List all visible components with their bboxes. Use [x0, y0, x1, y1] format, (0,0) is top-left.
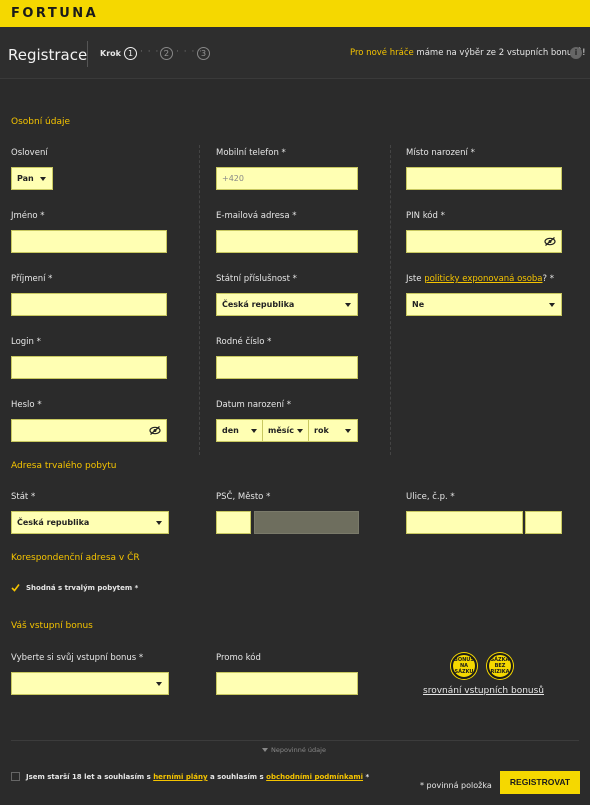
- consent-pre: Jsem starší 18 let a souhlasím s: [26, 773, 154, 781]
- email-input[interactable]: [216, 230, 358, 253]
- promo-highlight[interactable]: Pro nové hráče: [350, 48, 414, 58]
- chevron-down-icon: [297, 429, 303, 433]
- jmeno-label: Jméno *: [11, 211, 45, 221]
- den-value: den: [222, 426, 239, 435]
- pin-label: PIN kód *: [406, 211, 445, 221]
- chevron-down-icon: [156, 521, 162, 525]
- consent-mid: a souhlasím s: [207, 773, 267, 781]
- cislo-popisne-input[interactable]: [525, 511, 562, 534]
- eye-slash-icon[interactable]: [544, 237, 556, 246]
- pep-label-post: ? *: [542, 274, 554, 284]
- heslo-input[interactable]: [11, 419, 167, 442]
- promo-text: máme na výběr ze 2 vstupních bonusů!: [413, 48, 586, 58]
- osloveni-value: Pan: [17, 174, 34, 183]
- stat-select[interactable]: Česká republika: [11, 511, 169, 534]
- chevron-down-icon: [40, 177, 46, 181]
- mobil-prefix: +420: [222, 174, 244, 183]
- optional-label: Nepovinné údaje: [271, 746, 326, 754]
- statni-label: Státní příslušnost *: [216, 274, 297, 284]
- prijmeni-label: Příjmení *: [11, 274, 53, 284]
- eye-slash-icon[interactable]: [149, 426, 161, 435]
- bonus-na-sazku-badge[interactable]: BONUS NA SÁZKU: [451, 653, 477, 679]
- pep-select[interactable]: Ne: [406, 293, 562, 316]
- required-note: * povinná položka: [420, 781, 492, 790]
- consent-post: *: [363, 773, 370, 781]
- column-divider: [199, 145, 200, 455]
- registration-header: Registrace Krok 1 · · · · 2 · · · · 3 Pr…: [0, 27, 590, 79]
- step-2-indicator: 2: [160, 47, 173, 60]
- rodne-input[interactable]: [216, 356, 358, 379]
- bonus-promo-message: Pro nové hráče máme na výběr ze 2 vstupn…: [350, 48, 586, 58]
- psc-input[interactable]: [216, 511, 251, 534]
- jmeno-input[interactable]: [11, 230, 167, 253]
- steps-label: Krok: [100, 49, 121, 58]
- consent-checkbox[interactable]: [11, 772, 20, 781]
- info-icon[interactable]: i: [570, 47, 582, 59]
- mesto-input-disabled: [254, 511, 359, 534]
- footer-divider: [11, 740, 579, 741]
- chevron-down-icon: [251, 429, 257, 433]
- same-address-label: Shodná s trvalým pobytem *: [26, 584, 139, 592]
- den-select[interactable]: den: [216, 419, 264, 442]
- register-button[interactable]: REGISTROVAT: [500, 771, 580, 794]
- misto-input[interactable]: [406, 167, 562, 190]
- statni-select[interactable]: Česká republika: [216, 293, 358, 316]
- sazka-bez-rizika-badge[interactable]: SÁZKA BEZ RIZIKA: [487, 653, 513, 679]
- login-label: Login *: [11, 337, 41, 347]
- section-address-title: Adresa trvalého pobytu: [11, 461, 117, 471]
- chevron-down-icon: [345, 303, 351, 307]
- consent-label: Jsem starší 18 let a souhlasím s herními…: [26, 773, 369, 781]
- promo-input[interactable]: [216, 672, 358, 695]
- bonus-compare-link[interactable]: srovnání vstupních bonusů: [423, 686, 544, 696]
- pep-value: Ne: [412, 300, 425, 309]
- pin-input[interactable]: [406, 230, 562, 253]
- ulice-input[interactable]: [406, 511, 523, 534]
- chevron-down-icon: [549, 303, 555, 307]
- chevron-down-icon: [156, 682, 162, 686]
- optional-fields-toggle[interactable]: Nepovinné údaje: [262, 746, 326, 754]
- mesic-value: měsíc: [268, 426, 295, 435]
- top-bar: FORTUNA: [0, 0, 590, 27]
- obchodni-podminky-link[interactable]: obchodními podmínkami: [266, 773, 363, 781]
- heslo-label: Heslo *: [11, 400, 42, 410]
- step-1-indicator: 1: [124, 47, 137, 60]
- pep-link[interactable]: politicky exponovaná osoba: [424, 274, 542, 284]
- datum-label: Datum narození *: [216, 400, 291, 410]
- caret-down-icon: [262, 748, 268, 752]
- prijmeni-input[interactable]: [11, 293, 167, 316]
- step-3-indicator: 3: [197, 47, 210, 60]
- pep-label: Jste politicky exponovaná osoba? *: [406, 274, 554, 284]
- rok-select[interactable]: rok: [308, 419, 358, 442]
- mobil-label: Mobilní telefon *: [216, 148, 286, 158]
- herni-plany-link[interactable]: herními plány: [153, 773, 207, 781]
- page-title: Registrace: [8, 46, 88, 64]
- osloveni-select[interactable]: Pan: [11, 167, 53, 190]
- bonus-select-label: Vyberte si svůj vstupní bonus *: [11, 653, 144, 663]
- mesic-select[interactable]: měsíc: [262, 419, 310, 442]
- fortuna-logo[interactable]: FORTUNA: [11, 6, 98, 21]
- bonus-select[interactable]: [11, 672, 169, 695]
- chevron-down-icon: [345, 429, 351, 433]
- rodne-label: Rodné číslo *: [216, 337, 272, 347]
- stat-value: Česká republika: [17, 518, 90, 527]
- misto-label: Místo narození *: [406, 148, 475, 158]
- statni-value: Česká republika: [222, 300, 295, 309]
- email-label: E-mailová adresa *: [216, 211, 297, 221]
- section-correspondence-title: Korespondenční adresa v ČR: [11, 553, 140, 563]
- column-divider: [390, 145, 391, 455]
- stat-label: Stát *: [11, 492, 36, 502]
- section-bonus-title: Váš vstupní bonus: [11, 621, 93, 631]
- checkmark-icon[interactable]: [11, 583, 20, 592]
- header-divider: [87, 41, 88, 67]
- psc-label: PSČ, Město *: [216, 492, 271, 502]
- pep-label-pre: Jste: [406, 274, 425, 284]
- rok-value: rok: [314, 426, 329, 435]
- promo-label: Promo kód: [216, 653, 261, 663]
- osloveni-label: Oslovení: [11, 148, 48, 158]
- login-input[interactable]: [11, 356, 167, 379]
- mobil-input[interactable]: +420: [216, 167, 358, 190]
- ulice-label: Ulice, č.p. *: [406, 492, 455, 502]
- section-personal-title: Osobní údaje: [11, 117, 71, 127]
